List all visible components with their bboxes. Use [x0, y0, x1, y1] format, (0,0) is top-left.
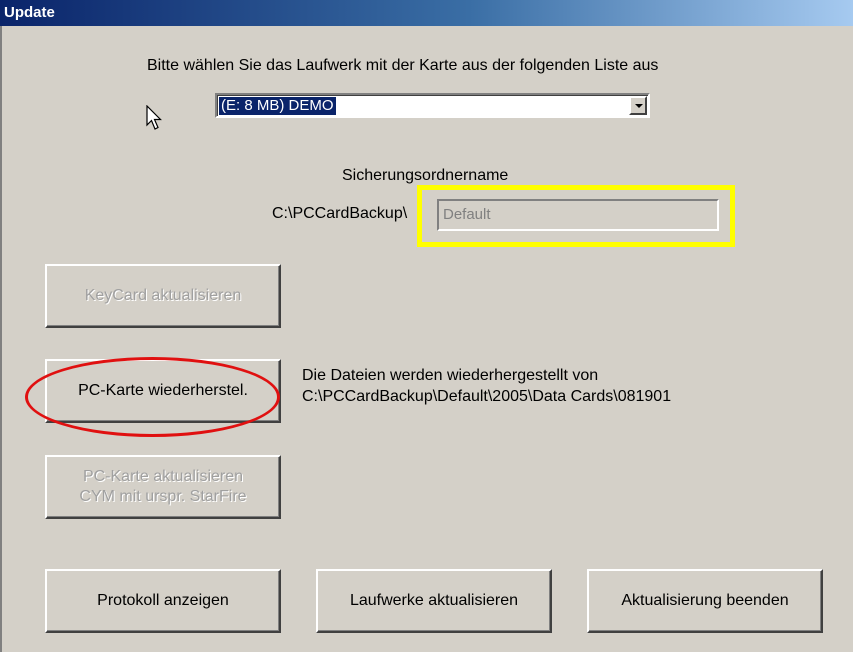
drive-instruction: Bitte wählen Sie das Laufwerk mit der Ka… — [147, 57, 659, 74]
pc-card-restore-button[interactable]: PC-Karte wiederherstel. — [45, 359, 281, 423]
refresh-drives-label: Laufwerke aktualisieren — [349, 592, 519, 609]
restore-info-path: C:\PCCardBackup\Default\2005\Data Cards\… — [302, 388, 672, 405]
drive-select-value: (E: 8 MB) DEMO — [219, 97, 336, 115]
exit-update-button[interactable]: Aktualisierung beenden — [587, 569, 823, 633]
pc-card-restore-label: PC-Karte wiederherstel. — [78, 382, 248, 399]
exit-update-label: Aktualisierung beenden — [621, 592, 789, 609]
backup-path-prefix: C:\PCCardBackup\ — [272, 205, 408, 222]
show-log-button[interactable]: Protokoll anzeigen — [45, 569, 281, 633]
refresh-drives-button[interactable]: Laufwerke aktualisieren — [316, 569, 552, 633]
pc-card-update-label-1: PC-Karte aktualisieren — [82, 468, 244, 485]
pc-card-update-label-2: CYM mit urspr. StarFire — [79, 488, 247, 505]
backup-folder-input[interactable]: Default — [437, 199, 719, 231]
drive-select[interactable]: (E: 8 MB) DEMO — [215, 93, 650, 118]
window-border — [0, 26, 2, 652]
keycard-update-label: KeyCard aktualisieren — [84, 287, 242, 304]
restore-info: Die Dateien werden wiederhergestellt von… — [302, 365, 671, 407]
backup-folder-label: Sicherungsordnername — [342, 167, 509, 184]
mouse-pointer-icon — [146, 105, 162, 130]
chevron-down-icon[interactable] — [629, 96, 647, 115]
restore-info-line1: Die Dateien werden wiederhergestellt von — [302, 367, 599, 384]
window-titlebar[interactable]: Update — [0, 0, 853, 26]
window-title: Update — [4, 4, 55, 21]
show-log-label: Protokoll anzeigen — [97, 592, 229, 609]
keycard-update-button[interactable]: KeyCard aktualisieren — [45, 264, 281, 328]
pc-card-update-button[interactable]: PC-Karte aktualisieren CYM mit urspr. St… — [45, 455, 281, 519]
